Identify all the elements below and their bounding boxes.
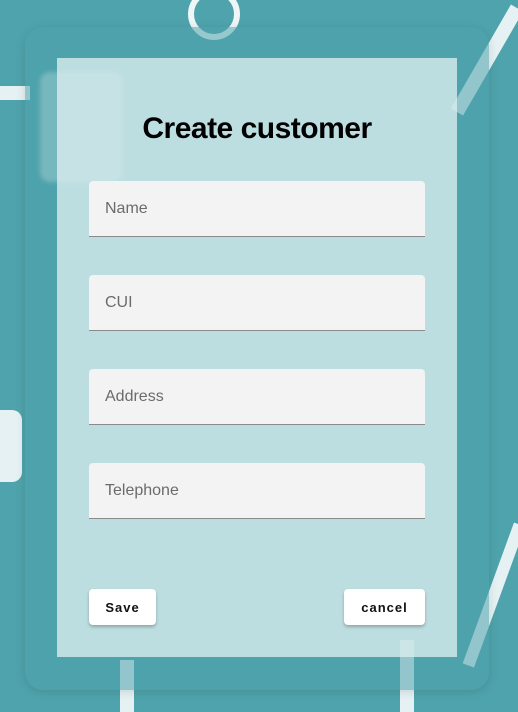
telephone-input[interactable] [89, 463, 425, 518]
save-button[interactable]: Save [89, 589, 156, 625]
bg-tab-shape [0, 410, 22, 482]
cancel-button[interactable]: cancel [344, 589, 425, 625]
name-input[interactable] [89, 181, 425, 236]
page-title: Create customer [142, 112, 372, 145]
cui-input[interactable] [89, 275, 425, 330]
name-field[interactable] [89, 181, 425, 237]
cui-field[interactable] [89, 275, 425, 331]
address-field[interactable] [89, 369, 425, 425]
create-customer-card: Create customer Save cancel [57, 58, 457, 657]
telephone-field[interactable] [89, 463, 425, 519]
address-input[interactable] [89, 369, 425, 424]
